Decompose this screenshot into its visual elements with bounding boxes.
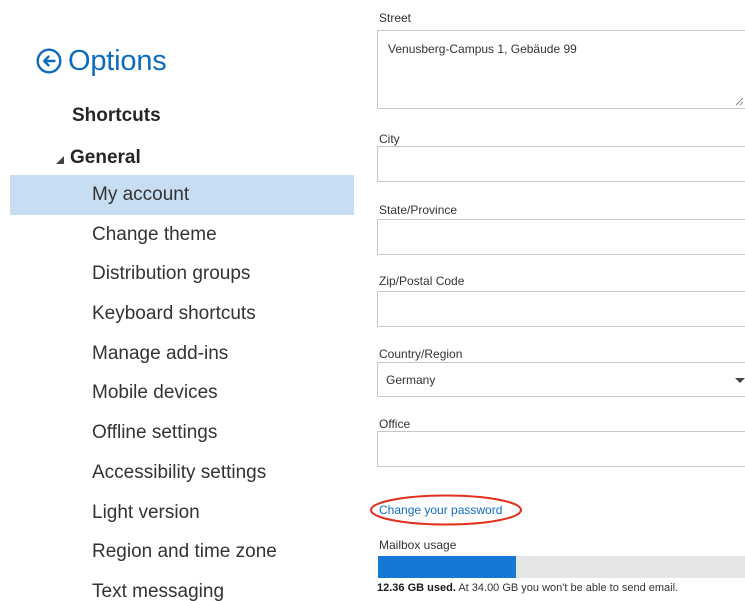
nav-shortcuts[interactable]: Shortcuts (72, 104, 161, 128)
nav-item-light-version[interactable]: Light version (10, 493, 354, 533)
mailbox-used-text: 12.36 GB used. (377, 582, 456, 594)
mailbox-usage-fill (378, 556, 517, 578)
city-label: City (379, 132, 400, 146)
nav-item-mobile-devices[interactable]: Mobile devices (10, 373, 354, 413)
mailbox-limit-text: At 34.00 GB you won't be able to send em… (458, 582, 679, 594)
resize-grip-icon[interactable] (734, 96, 744, 106)
city-field[interactable] (377, 146, 745, 182)
account-form: Street City State/Province Zip/Postal Co… (370, 0, 745, 601)
zip-field[interactable] (377, 291, 745, 327)
office-field[interactable] (377, 431, 745, 467)
country-select-value: Germany (386, 373, 436, 387)
mailbox-usage-bar (378, 556, 745, 578)
change-password-link[interactable]: Change your password (379, 502, 502, 518)
nav-item-change-theme[interactable]: Change theme (10, 215, 354, 255)
zip-label: Zip/Postal Code (379, 274, 465, 288)
mailbox-usage-text: 12.36 GB used. At 34.00 GB you won't be … (377, 581, 678, 595)
options-page: Options Shortcuts General My account Cha… (0, 0, 745, 601)
country-select[interactable]: Germany (377, 362, 745, 397)
nav-general-label: General (70, 147, 141, 168)
nav-item-manage-add-ins[interactable]: Manage add-ins (10, 334, 354, 374)
nav-item-region-time-zone[interactable]: Region and time zone (10, 532, 354, 572)
expand-triangle-icon (56, 156, 64, 164)
nav-item-offline-settings[interactable]: Offline settings (10, 413, 354, 453)
options-back-button[interactable]: Options (36, 44, 167, 78)
street-field[interactable] (377, 30, 745, 109)
arrow-left-circle-icon[interactable] (36, 48, 62, 74)
office-label: Office (379, 417, 411, 431)
nav-item-distribution-groups[interactable]: Distribution groups (10, 254, 354, 294)
state-label: State/Province (379, 203, 458, 217)
page-title: Options (68, 45, 167, 77)
dropdown-arrow-icon (735, 378, 745, 383)
nav-item-accessibility-settings[interactable]: Accessibility settings (10, 453, 354, 493)
nav-item-text-messaging[interactable]: Text messaging (10, 572, 354, 601)
nav-item-my-account[interactable]: My account (10, 175, 354, 215)
nav-general-toggle[interactable]: General (56, 146, 141, 170)
country-label: Country/Region (379, 347, 463, 361)
street-label: Street (379, 11, 412, 25)
nav-item-keyboard-shortcuts[interactable]: Keyboard shortcuts (10, 294, 354, 334)
nav-general-list: My account Change theme Distribution gro… (10, 175, 354, 601)
mailbox-usage-label: Mailbox usage (379, 538, 457, 552)
change-password-area: Change your password (369, 494, 523, 526)
options-nav: Options Shortcuts General My account Cha… (0, 0, 354, 601)
state-field[interactable] (377, 219, 745, 255)
